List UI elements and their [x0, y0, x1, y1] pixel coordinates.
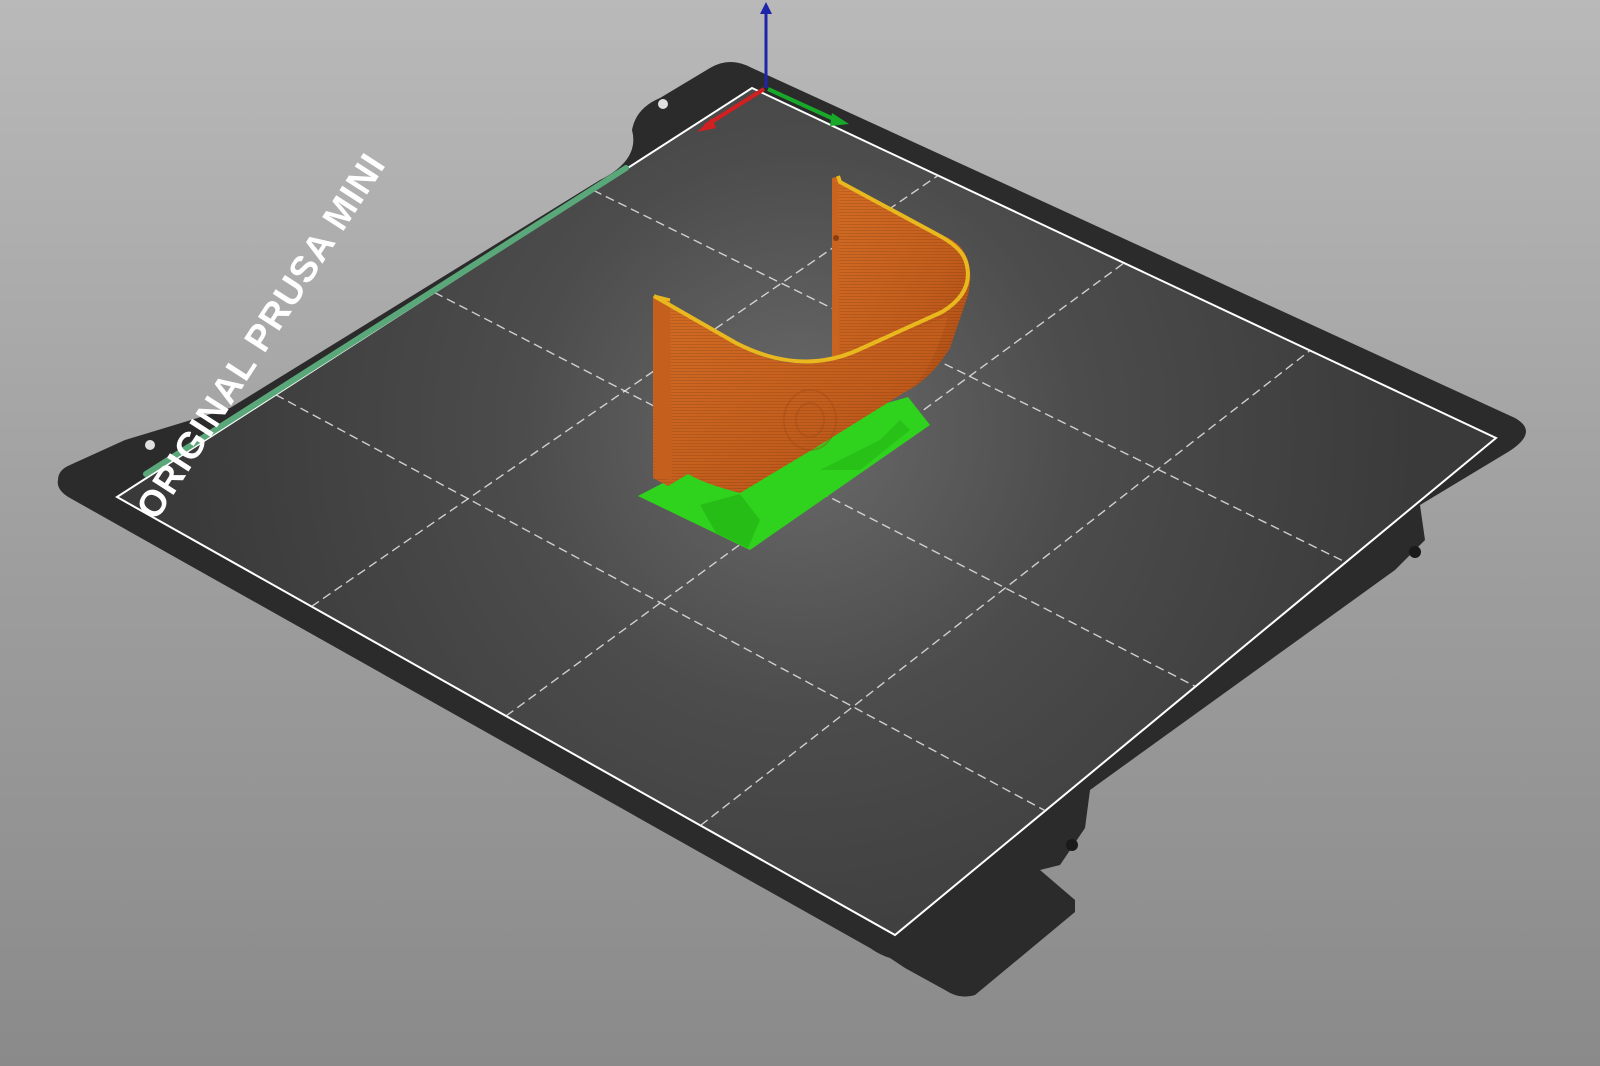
print-bed: ORIGINAL PRUSA MINI	[57, 62, 1526, 997]
3d-viewport[interactable]: ORIGINAL PRUSA MINI	[0, 0, 1600, 1066]
bed-mount-hole	[658, 99, 668, 109]
z-axis-arrow	[760, 2, 772, 14]
bed-mount-hole	[1409, 546, 1421, 558]
scene-canvas[interactable]: ORIGINAL PRUSA MINI	[0, 0, 1600, 1066]
bed-mount-hole	[1066, 839, 1078, 851]
bed-mount-hole	[145, 440, 155, 450]
